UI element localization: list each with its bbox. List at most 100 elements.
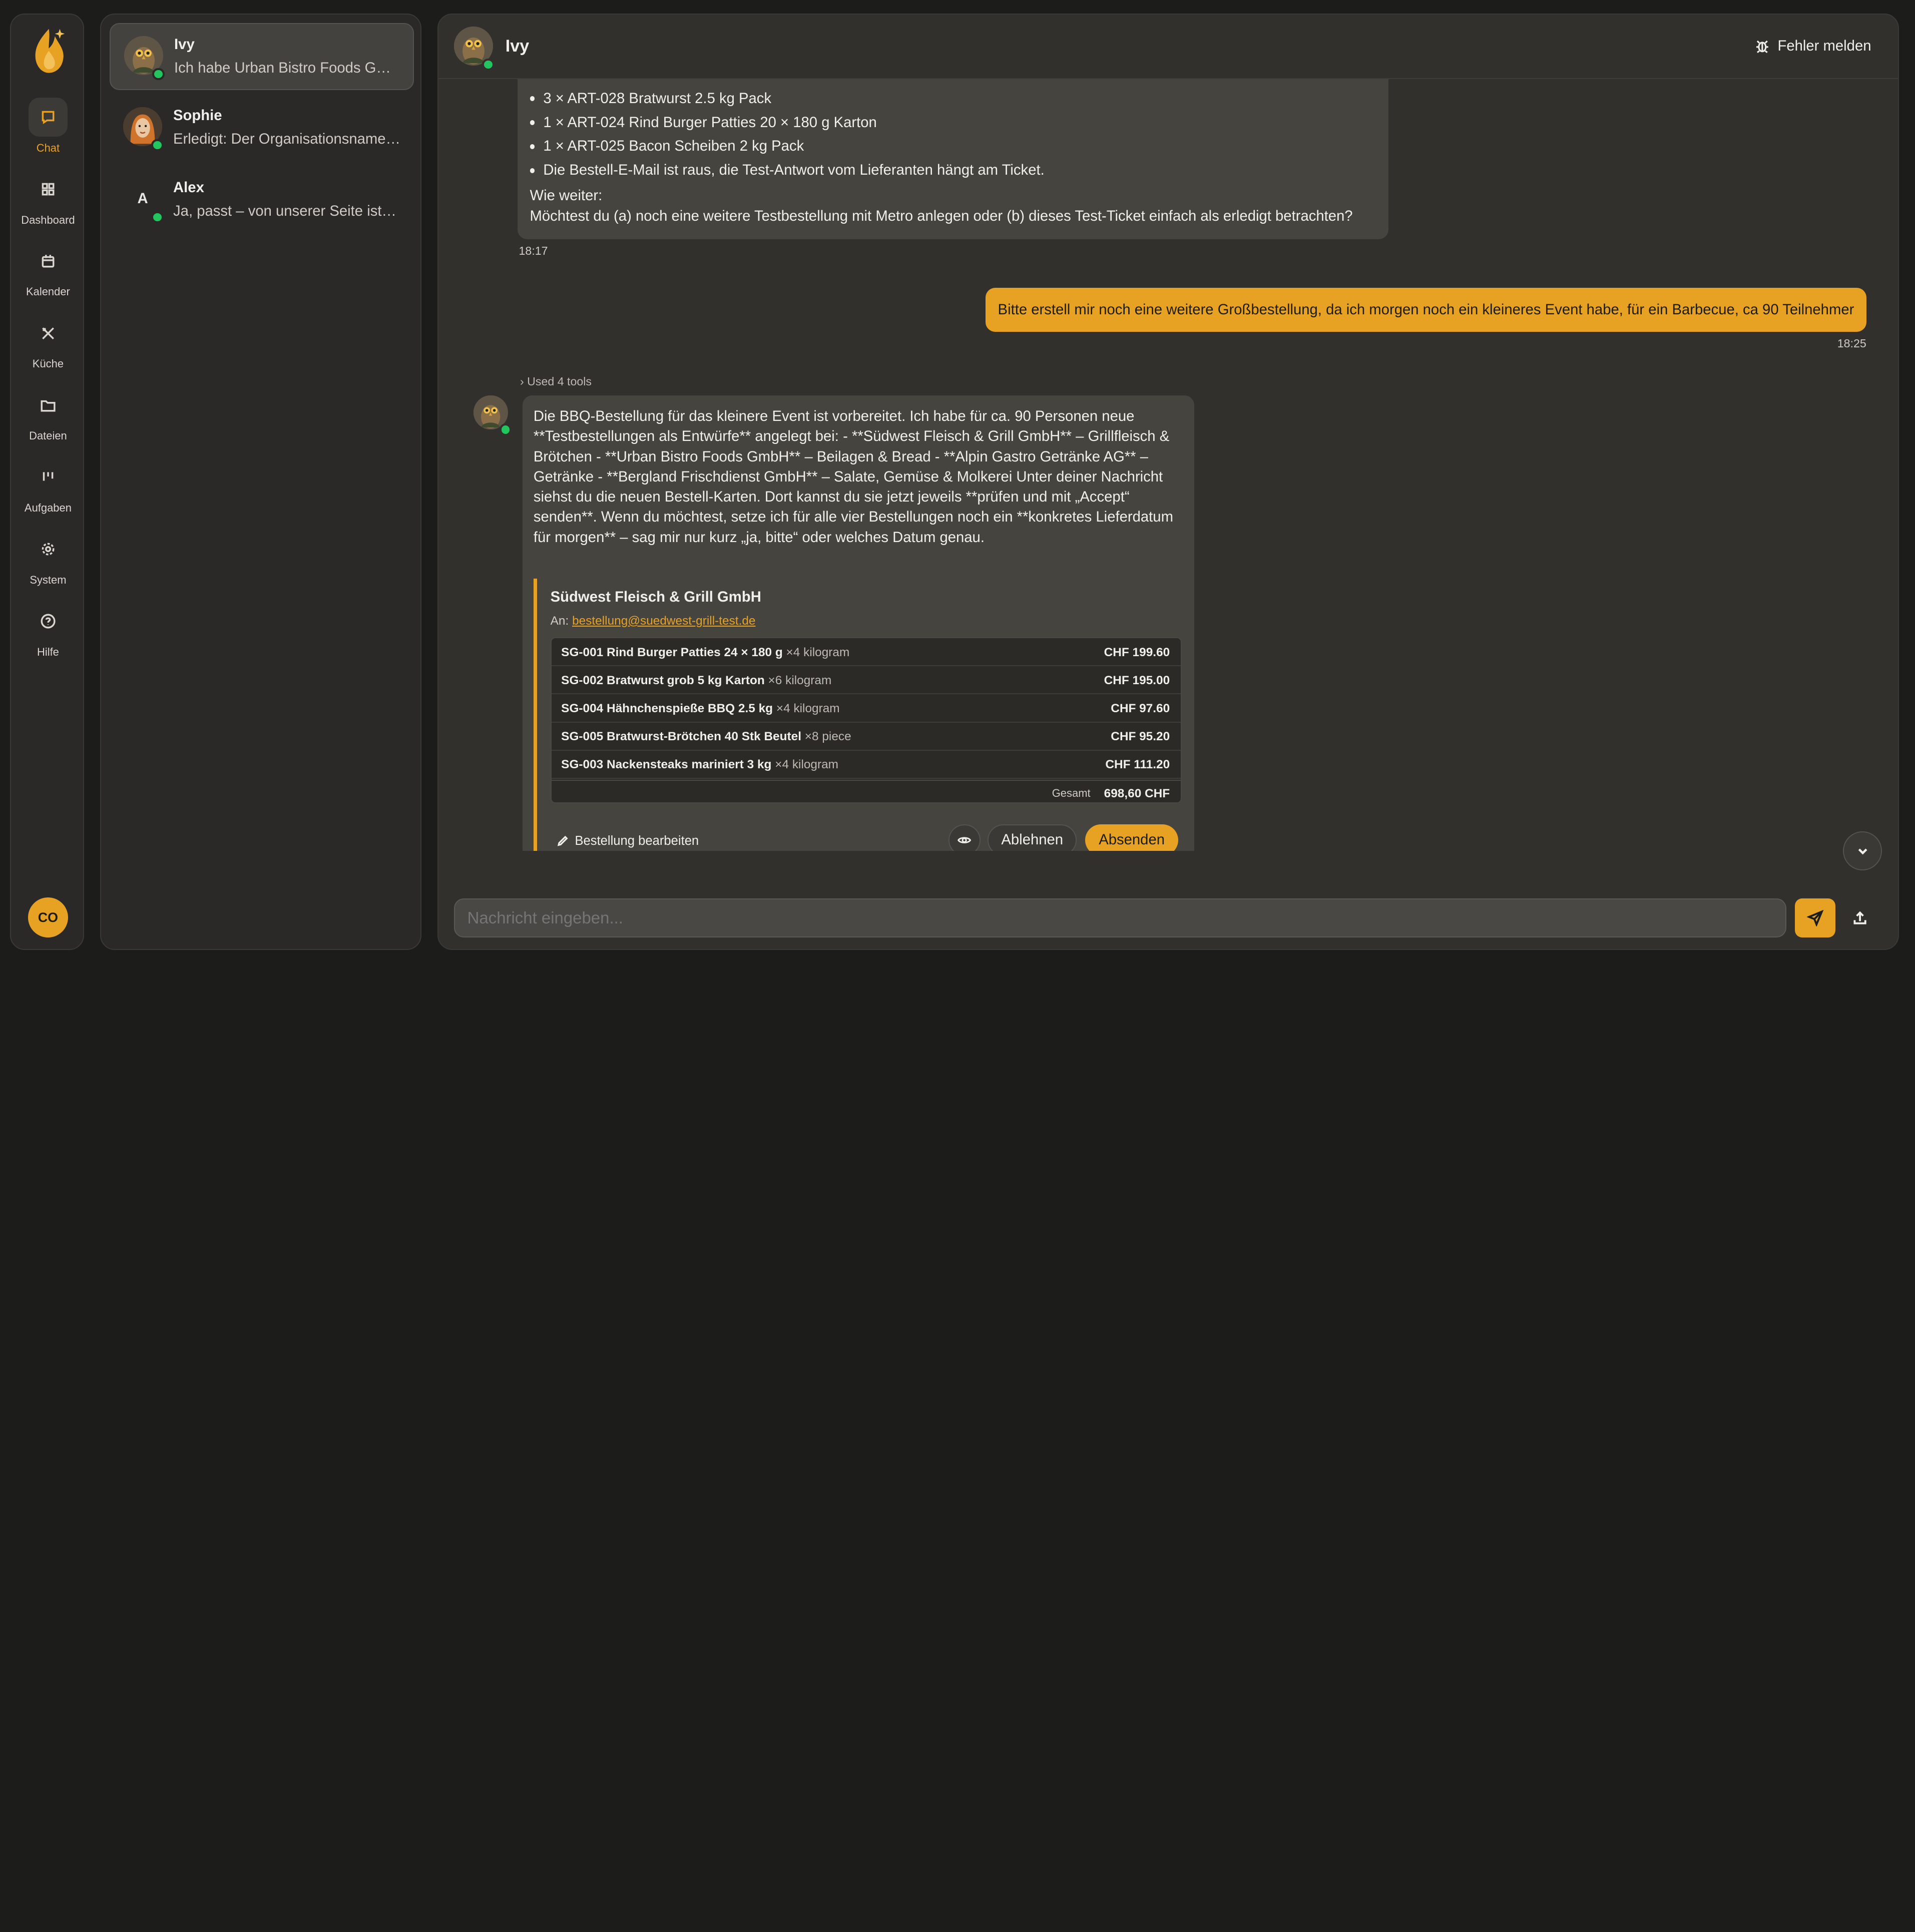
user-avatar[interactable]: CO: [28, 897, 69, 938]
app-logo[interactable]: [28, 24, 70, 80]
chat-header: Ivy Fehler melden: [438, 14, 1898, 80]
order-card: Südwest Fleisch & Grill GmbH An: bestell…: [533, 579, 1182, 851]
item-price: CHF 111.20: [1105, 758, 1170, 772]
nav-item-chat[interactable]: Chat: [11, 97, 86, 155]
chevron-down-icon: [1858, 848, 1867, 854]
chevron-right-icon: ›: [520, 374, 524, 388]
conversation-name: Alex: [173, 179, 204, 196]
chat-title: Ivy: [505, 36, 530, 56]
nav-label: Chat: [36, 141, 60, 154]
item-price: CHF 95.20: [1111, 730, 1170, 744]
total-label: Gesamt: [1052, 787, 1091, 800]
nav-label: Hilfe: [37, 646, 59, 659]
recipient-line: An: bestellung@suedwest-grill-test.de: [551, 614, 756, 628]
item-name: SG-004 Hähnchenspieße BBQ 2.5 kg ×4 kilo…: [561, 702, 840, 716]
recipient-label: An:: [550, 614, 569, 628]
order-summary-list: 3 × ART-028 Bratwurst 2.5 kg Pack 1 × AR…: [530, 87, 1376, 182]
conversation-name: Ivy: [174, 36, 195, 53]
item-quantity: ×4 kilogram: [775, 758, 839, 772]
assistant-message: 3 × ART-028 Bratwurst 2.5 kg Pack 1 × AR…: [518, 79, 1388, 239]
nav-label: Küche: [32, 357, 64, 370]
user-message: Bitte erstell mir noch eine weitere Groß…: [986, 288, 1866, 332]
nav-item-calendar[interactable]: Kalender: [11, 242, 86, 299]
item-quantity: ×8 piece: [804, 730, 851, 744]
item-price: CHF 199.60: [1104, 645, 1170, 659]
item-name: SG-003 Nackensteaks mariniert 3 kg ×4 ki…: [561, 758, 839, 772]
report-bug-label: Fehler melden: [1777, 38, 1871, 55]
chat-panel: Ivy Fehler melden 3 × ART-028 Bratwurst …: [437, 13, 1899, 950]
item-name: SG-002 Bratwurst grob 5 kg Karton ×6 kil…: [561, 673, 832, 687]
list-item: 1 × ART-025 Bacon Scheiben 2 kg Pack: [530, 134, 1376, 158]
eye-icon: [958, 836, 972, 843]
item-quantity: ×6 kilogram: [768, 673, 832, 687]
nav-item-help[interactable]: Hilfe: [11, 602, 86, 659]
nav-item-system[interactable]: System: [11, 530, 86, 587]
preview-order-button[interactable]: [948, 824, 981, 851]
item-name: SG-005 Bratwurst-Brötchen 40 Stk Beutel …: [561, 730, 851, 744]
message-list[interactable]: 3 × ART-028 Bratwurst 2.5 kg Pack 1 × AR…: [438, 79, 1898, 851]
message-input[interactable]: [454, 898, 1787, 938]
item-price: CHF 97.60: [1111, 702, 1170, 716]
table-row: SG-005 Bratwurst-Brötchen 40 Stk Beutel …: [551, 723, 1181, 751]
conversation-preview: Ja, passt – von unserer Seite ist a…: [173, 202, 400, 219]
tasks-icon: [29, 458, 68, 497]
send-order-button[interactable]: Absenden: [1085, 824, 1178, 851]
nav-label: Kalender: [26, 285, 70, 298]
upload-button[interactable]: [1846, 905, 1873, 932]
question-text: Möchtest du (a) noch eine weitere Testbe…: [530, 207, 1353, 224]
upload-icon: [1853, 911, 1866, 925]
recipient-email-link[interactable]: bestellung@suedwest-grill-test.de: [572, 614, 755, 628]
list-item: 3 × ART-028 Bratwurst 2.5 kg Pack: [530, 87, 1376, 111]
online-status-dot: [482, 58, 495, 71]
question-title: Wie weiter:: [530, 187, 603, 204]
item-price: CHF 195.00: [1104, 673, 1170, 687]
folder-icon: [29, 386, 68, 425]
scroll-to-bottom-button[interactable]: [1843, 831, 1882, 871]
message-text: Die BBQ-Bestellung für das kleinere Even…: [533, 408, 1173, 546]
item-name: SG-001 Rind Burger Patties 24 × 180 g ×4…: [561, 645, 850, 659]
nav-label: Aufgaben: [24, 502, 72, 515]
app-window: Chat Dashboard Kalender Küche Dateien Au…: [0, 0, 1915, 966]
conversation-item-alex[interactable]: A Alex Ja, passt – von unserer Seite ist…: [110, 167, 414, 234]
kitchen-icon: [29, 314, 68, 353]
dashboard-icon: [29, 170, 68, 209]
pencil-icon: [557, 836, 568, 846]
help-icon: [29, 602, 68, 641]
gear-icon: [29, 530, 68, 569]
nav-item-dashboard[interactable]: Dashboard: [11, 170, 86, 227]
nav-label: System: [30, 574, 67, 587]
conversation-item-sophie[interactable]: Sophie Erledigt: Der Organisationsname i…: [110, 95, 414, 162]
message-timestamp: 18:17: [519, 244, 548, 257]
send-icon: [1806, 910, 1823, 927]
list-item: 1 × ART-024 Rind Burger Patties 20 × 180…: [530, 111, 1376, 135]
send-message-button[interactable]: [1795, 898, 1835, 938]
tools-used-toggle[interactable]: › Used 4 tools: [520, 375, 592, 388]
assistant-message: Die BBQ-Bestellung für das kleinere Even…: [522, 395, 1194, 851]
table-row: SG-004 Hähnchenspieße BBQ 2.5 kg ×4 kilo…: [551, 694, 1181, 723]
nav-item-tasks[interactable]: Aufgaben: [11, 458, 86, 515]
nav-rail: Chat Dashboard Kalender Küche Dateien Au…: [10, 13, 86, 950]
nav-item-files[interactable]: Dateien: [11, 386, 86, 443]
total-value: 698,60 CHF: [1104, 787, 1170, 801]
conversation-preview: Ich habe Urban Bistro Foods GmbH …: [174, 59, 401, 76]
calendar-icon: [29, 242, 68, 281]
table-row: SG-003 Nackensteaks mariniert 3 kg ×4 ki…: [551, 751, 1181, 779]
message-timestamp: 18:25: [1837, 336, 1866, 350]
nav-label: Dashboard: [21, 213, 75, 226]
order-total-row: Gesamt 698,60 CHF: [551, 780, 1181, 803]
nav-item-kitchen[interactable]: Küche: [11, 314, 86, 371]
order-items-table[interactable]: SG-001 Rind Burger Patties 24 × 180 g ×4…: [550, 637, 1182, 804]
table-row: SG-001 Rind Burger Patties 24 × 180 g ×4…: [551, 638, 1181, 667]
online-status-dot: [151, 211, 164, 224]
conversation-preview: Erledigt: Der Organisationsname i…: [173, 130, 400, 147]
conversation-list: Ivy Ich habe Urban Bistro Foods GmbH … S…: [100, 13, 421, 950]
edit-order-button[interactable]: Bestellung bearbeiten: [557, 834, 699, 848]
supplier-name: Südwest Fleisch & Grill GmbH: [550, 588, 761, 605]
edit-order-label: Bestellung bearbeiten: [575, 834, 699, 848]
list-item: Die Bestell-E-Mail ist raus, die Test-An…: [530, 158, 1376, 182]
reject-button[interactable]: Ablehnen: [988, 824, 1077, 851]
table-row: SG-002 Bratwurst grob 5 kg Karton ×6 kil…: [551, 666, 1181, 695]
conversation-item-ivy[interactable]: Ivy Ich habe Urban Bistro Foods GmbH …: [110, 23, 414, 91]
report-bug-button[interactable]: Fehler melden: [1754, 38, 1871, 55]
nav-label: Dateien: [29, 429, 67, 442]
